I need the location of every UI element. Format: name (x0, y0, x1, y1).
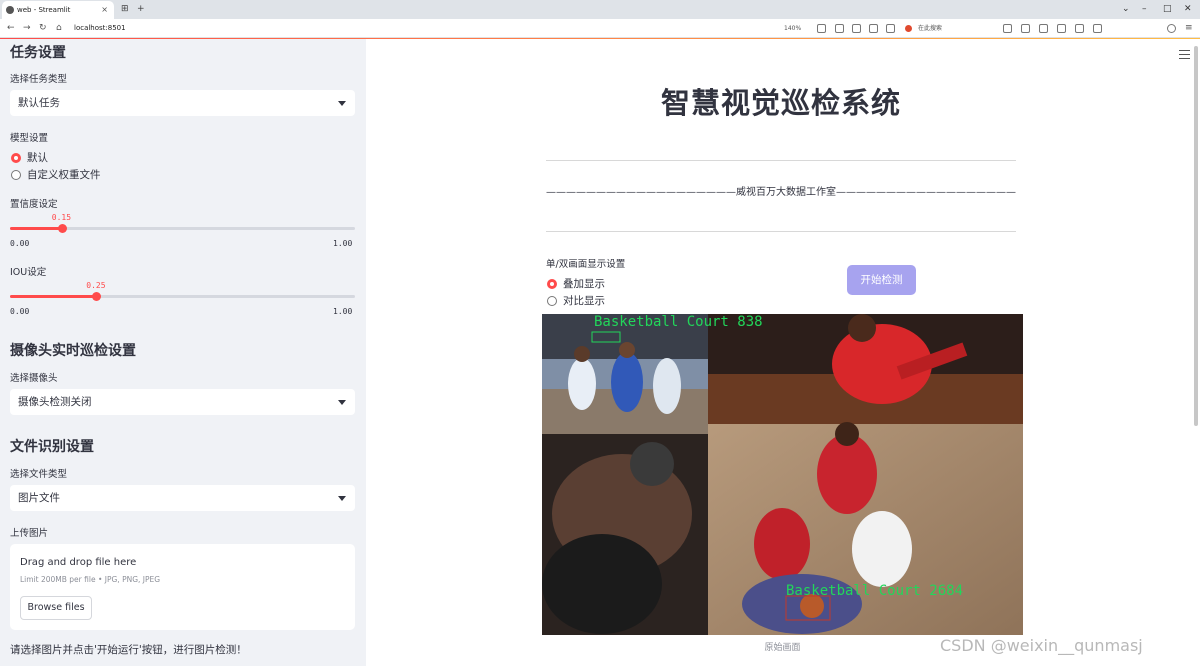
chevron-down-icon (338, 101, 346, 106)
reader-icon[interactable] (817, 24, 826, 33)
file-type-select[interactable]: 图片文件 (10, 485, 355, 511)
translate-icon[interactable] (1021, 24, 1030, 33)
forward-icon[interactable]: → (23, 19, 31, 38)
grid-icon[interactable] (1075, 24, 1084, 33)
scrollbar[interactable] (1194, 46, 1198, 426)
task-type-label: 选择任务类型 (10, 74, 68, 85)
sidebar: 任务设置 选择任务类型 默认任务 模型设置 默认 自定义权重文件 置信度设定 0… (0, 39, 366, 666)
radio-unchecked-icon (11, 170, 21, 180)
iou-label: IOU设定 (10, 267, 47, 278)
minimize-icon[interactable]: – (1142, 0, 1147, 19)
detection-label-top: Basketball Court 838 (594, 314, 763, 330)
file-type-value: 图片文件 (18, 492, 60, 504)
slider-fill (10, 295, 97, 298)
home-icon[interactable]: ⌂ (56, 19, 62, 38)
detection-label-bottom: Basketball Court 2684 (786, 583, 963, 599)
detection-image: Basketball Court 838 Basketball Court 26… (542, 314, 1023, 635)
camera-select-label: 选择摄像头 (10, 373, 58, 384)
address-bar: ← → ↻ ⌂ localhost:8501 140% 在此搜索 ≡ (0, 19, 1200, 38)
model-radio-default[interactable]: 默认 (10, 151, 48, 165)
divider (546, 231, 1016, 232)
download-icon[interactable] (1093, 24, 1102, 33)
search-placeholder: 在此搜索 (918, 25, 943, 32)
slider-thumb[interactable] (57, 224, 67, 233)
browse-files-button[interactable]: Browse files (20, 596, 92, 620)
upload-limit: Limit 200MB per file • JPG, PNG, JPEG (20, 575, 161, 584)
search-box[interactable]: 在此搜索 (903, 22, 993, 35)
favorite-icon[interactable] (886, 24, 895, 33)
chevron-down-icon (338, 496, 346, 501)
model-settings-label: 模型设置 (10, 133, 49, 144)
camera-settings-heading: 摄像头实时巡检设置 (10, 343, 136, 359)
avatar-icon[interactable] (1167, 24, 1176, 33)
basketball-collage-image: Basketball Court 838 Basketball Court 26… (542, 314, 1023, 635)
csdn-watermark: CSDN @weixin__qunmasj (940, 636, 1143, 655)
display-radio-compare[interactable]: 对比显示 (546, 294, 605, 308)
upload-title: Drag and drop file here (20, 557, 137, 568)
upload-label: 上传图片 (10, 528, 49, 539)
new-tab-icon[interactable]: + (137, 0, 145, 19)
tab-grid-icon[interactable]: ⊞ (121, 0, 129, 19)
iou-value: 0.25 (86, 281, 106, 290)
maximize-icon[interactable]: □ (1163, 0, 1172, 19)
camera-select[interactable]: 摄像头检测关闭 (10, 389, 355, 415)
tab-close-icon[interactable]: × (101, 1, 108, 19)
camera-select-value: 摄像头检测关闭 (18, 396, 92, 408)
task-settings-heading: 任务设置 (10, 45, 66, 61)
lightning-icon[interactable] (835, 24, 844, 33)
slider-thumb[interactable] (92, 292, 102, 301)
radio-unchecked-icon (547, 296, 557, 306)
start-detection-button[interactable]: 开始检测 (847, 265, 916, 295)
confidence-value: 0.15 (51, 213, 72, 222)
radio-label: 自定义权重文件 (27, 169, 101, 181)
slider-max: 1.00 (333, 307, 353, 316)
radio-label: 对比显示 (563, 295, 605, 307)
bookmark-icon[interactable] (1057, 24, 1066, 33)
close-window-icon[interactable]: ✕ (1184, 0, 1192, 19)
task-type-select[interactable]: 默认任务 (10, 90, 355, 116)
reload-icon[interactable]: ↻ (39, 19, 47, 38)
slider-max: 1.00 (333, 239, 353, 248)
slider-min: 0.00 (10, 307, 30, 316)
hamburger-menu-icon[interactable] (1179, 50, 1190, 59)
share-icon[interactable] (869, 24, 878, 33)
file-settings-heading: 文件识别设置 (10, 439, 94, 455)
extension-icon[interactable] (1039, 24, 1048, 33)
browser-tab[interactable]: web - Streamlit × (2, 1, 114, 19)
search-engine-icon (905, 25, 912, 32)
confidence-slider[interactable] (10, 224, 355, 233)
page-title: 智慧视觉巡检系统 (660, 86, 901, 120)
confidence-label: 置信度设定 (10, 199, 58, 210)
slider-min: 0.00 (10, 239, 30, 248)
screenshot-icon[interactable] (852, 24, 861, 33)
phone-icon[interactable] (1003, 24, 1012, 33)
chevron-down-icon[interactable]: ⌄ (1122, 0, 1130, 19)
more-menu-icon[interactable]: ≡ (1185, 19, 1193, 38)
display-mode-label: 单/双画面显示设置 (546, 259, 626, 270)
browser-tab-bar: web - Streamlit × ⊞ + ⌄ – □ ✕ (0, 0, 1200, 19)
task-type-value: 默认任务 (18, 97, 60, 109)
slider-fill (10, 227, 62, 230)
file-uploader-dropzone[interactable]: Drag and drop file here Limit 200MB per … (10, 544, 355, 630)
file-type-label: 选择文件类型 (10, 469, 68, 480)
radio-checked-icon (547, 279, 557, 289)
chevron-down-icon (338, 400, 346, 405)
studio-banner: ———————————————————威视百万大数据工作室———————————… (546, 187, 1016, 198)
display-radio-overlay[interactable]: 叠加显示 (546, 277, 605, 291)
radio-label: 叠加显示 (563, 278, 605, 290)
instruction-hint: 请选择图片并点击'开始运行'按钮，进行图片检测！ (10, 644, 247, 656)
zoom-level[interactable]: 140% (784, 19, 801, 38)
radio-checked-icon (11, 153, 21, 163)
back-icon[interactable]: ← (7, 19, 15, 38)
model-radio-custom[interactable]: 自定义权重文件 (10, 168, 101, 182)
iou-slider[interactable] (10, 292, 355, 301)
streamlit-favicon-icon (6, 6, 14, 14)
url-field[interactable]: localhost:8501 (74, 19, 126, 38)
divider (546, 160, 1016, 161)
tab-title: web - Streamlit (17, 6, 71, 14)
radio-label: 默认 (27, 152, 48, 164)
